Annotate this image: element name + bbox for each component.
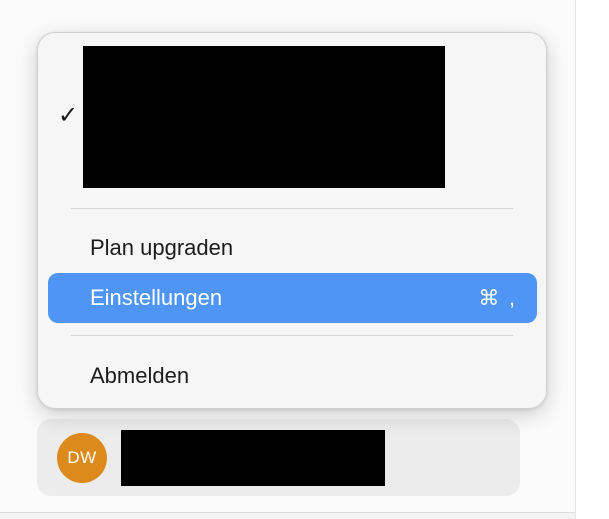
menu-item-label: Abmelden xyxy=(90,363,190,388)
menu-separator xyxy=(71,208,513,209)
account-info-redacted xyxy=(83,46,445,188)
account-button[interactable]: DW xyxy=(37,419,520,496)
menu-separator xyxy=(71,335,513,336)
current-account-item[interactable]: ✓ xyxy=(38,33,546,201)
avatar: DW xyxy=(57,433,107,483)
menu-item-label: Einstellungen xyxy=(90,285,223,310)
logout-item[interactable]: Abmelden xyxy=(48,351,537,401)
settings-shortcut: ⌘ , xyxy=(478,286,517,310)
account-name-redacted xyxy=(121,430,385,486)
menu-item-label: Plan upgraden xyxy=(90,235,234,260)
settings-item[interactable]: Einstellungen ⌘ , xyxy=(48,273,537,323)
checkmark-icon: ✓ xyxy=(58,102,79,129)
sidebar-bottom-edge xyxy=(0,512,575,519)
app-window: DW ✓ Plan upgraden Einstellungen ⌘ , Abm… xyxy=(0,0,609,519)
account-menu: ✓ Plan upgraden Einstellungen ⌘ , Abmeld… xyxy=(37,32,547,409)
upgrade-plan-item[interactable]: Plan upgraden xyxy=(48,223,537,273)
